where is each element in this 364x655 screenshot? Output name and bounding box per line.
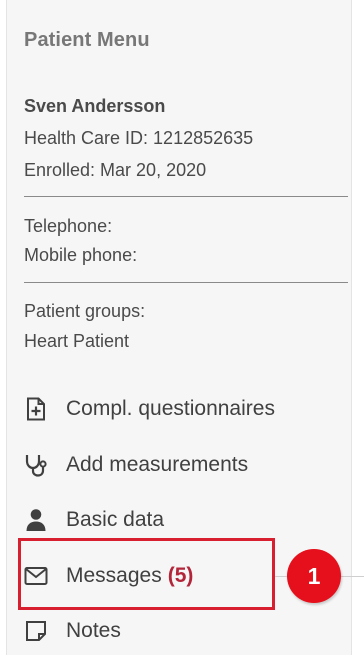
menu-item-label: Compl. questionnaires	[66, 397, 275, 420]
note-icon	[24, 619, 48, 643]
menu-item-add-measurements[interactable]: Add measurements	[24, 445, 248, 485]
divider	[24, 282, 348, 283]
person-icon	[24, 508, 48, 532]
divider	[24, 196, 348, 197]
stethoscope-icon	[24, 453, 48, 477]
step-number-badge: 1	[287, 549, 341, 603]
page: Patient Menu Sven Andersson Health Care …	[0, 0, 364, 655]
patient-name: Sven Andersson	[24, 96, 166, 116]
panel-title: Patient Menu	[24, 29, 150, 51]
enrollment-date: Enrolled: Mar 20, 2020	[24, 160, 207, 180]
menu-item-notes[interactable]: Notes	[24, 611, 121, 651]
menu-item-basic-data[interactable]: Basic data	[24, 500, 164, 540]
telephone-label: Telephone:	[24, 216, 113, 236]
menu-item-label: Notes	[66, 619, 121, 642]
health-care-id: Health Care ID: 1212852635	[24, 128, 254, 148]
menu-item-label: Basic data	[66, 508, 165, 531]
mobile-phone-label: Mobile phone:	[24, 245, 138, 265]
menu-item-completed-questionnaires[interactable]: Compl. questionnaires	[24, 389, 275, 429]
menu-item-label: Add measurements	[66, 453, 249, 476]
patient-groups-label: Patient groups:	[24, 301, 146, 321]
patient-group-value: Heart Patient	[24, 331, 130, 351]
questionnaire-icon	[24, 397, 48, 421]
messages-highlight-box	[18, 538, 275, 610]
